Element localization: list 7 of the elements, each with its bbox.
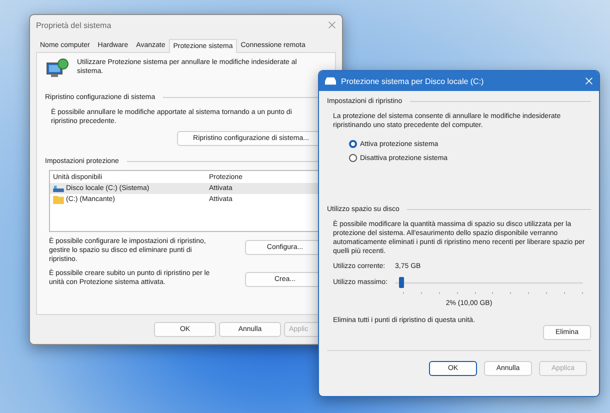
drive-icon — [53, 184, 64, 193]
radio-button[interactable] — [349, 154, 357, 162]
radio-button[interactable] — [349, 140, 357, 148]
window-title: Proprietà del sistema — [36, 20, 112, 30]
drive-icon — [325, 77, 336, 85]
slider-thumb[interactable] — [398, 277, 404, 288]
window-title: Protezione sistema per Disco locale (C:) — [341, 76, 485, 86]
